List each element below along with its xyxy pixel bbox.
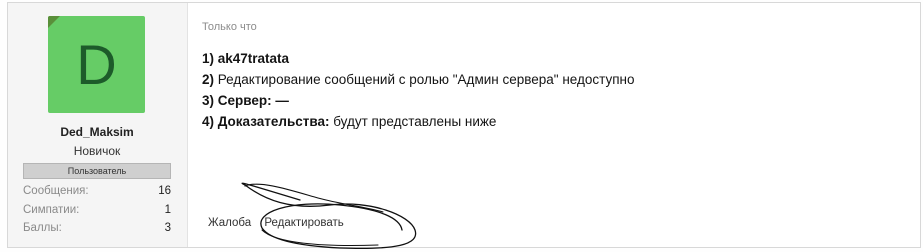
user-sidebar: D Ded_Maksim Новичок Пользователь Сообще… [8,3,188,247]
line-text: 3) Сервер: — [202,93,289,108]
stat-label: Симпатии: [23,204,80,216]
avatar[interactable]: D [48,16,145,113]
stat-value[interactable]: 16 [158,185,171,197]
post-line-4: 4) Доказательства: будут представлены ни… [202,111,634,132]
post-line-2: 2) Редактирование сообщений с ролью "Адм… [202,69,634,90]
stat-value[interactable]: 1 [165,204,171,216]
stat-value[interactable]: 3 [165,222,171,234]
stat-messages: Сообщения: 16 [23,185,171,201]
post-actions: Жалоба Редактировать [208,217,354,229]
line-prefix: 2) [202,72,215,87]
stat-points: Баллы: 3 [23,222,171,238]
post-body: 1) ak47tratata 2) Редактирование сообщен… [202,48,634,132]
message-post: D Ded_Maksim Новичок Пользователь Сообще… [7,2,921,248]
line-label: 4) Доказательства: [202,114,330,129]
stat-label: Сообщения: [23,185,89,197]
line-prefix: 1) [202,51,218,66]
post-content: Только что 1) ak47tratata 2) Редактирова… [188,3,920,247]
post-time[interactable]: Только что [202,21,257,33]
line-text: Редактирование сообщений с ролью "Админ … [214,72,635,87]
user-banner: Пользователь [23,163,171,179]
stat-label: Баллы: [23,222,62,234]
avatar-letter: D [76,33,117,96]
user-title: Новичок [73,144,121,158]
report-link[interactable]: Жалоба [208,217,251,229]
stat-likes: Симпатии: 1 [23,204,171,220]
username[interactable]: Ded_Maksim [8,125,186,139]
line-text: будут представлены ниже [329,114,497,129]
post-line-3: 3) Сервер: — [202,90,634,111]
post-line-1: 1) ak47tratata [202,48,634,69]
line-value: ak47tratata [217,51,290,66]
edit-link[interactable]: Редактировать [264,217,343,229]
